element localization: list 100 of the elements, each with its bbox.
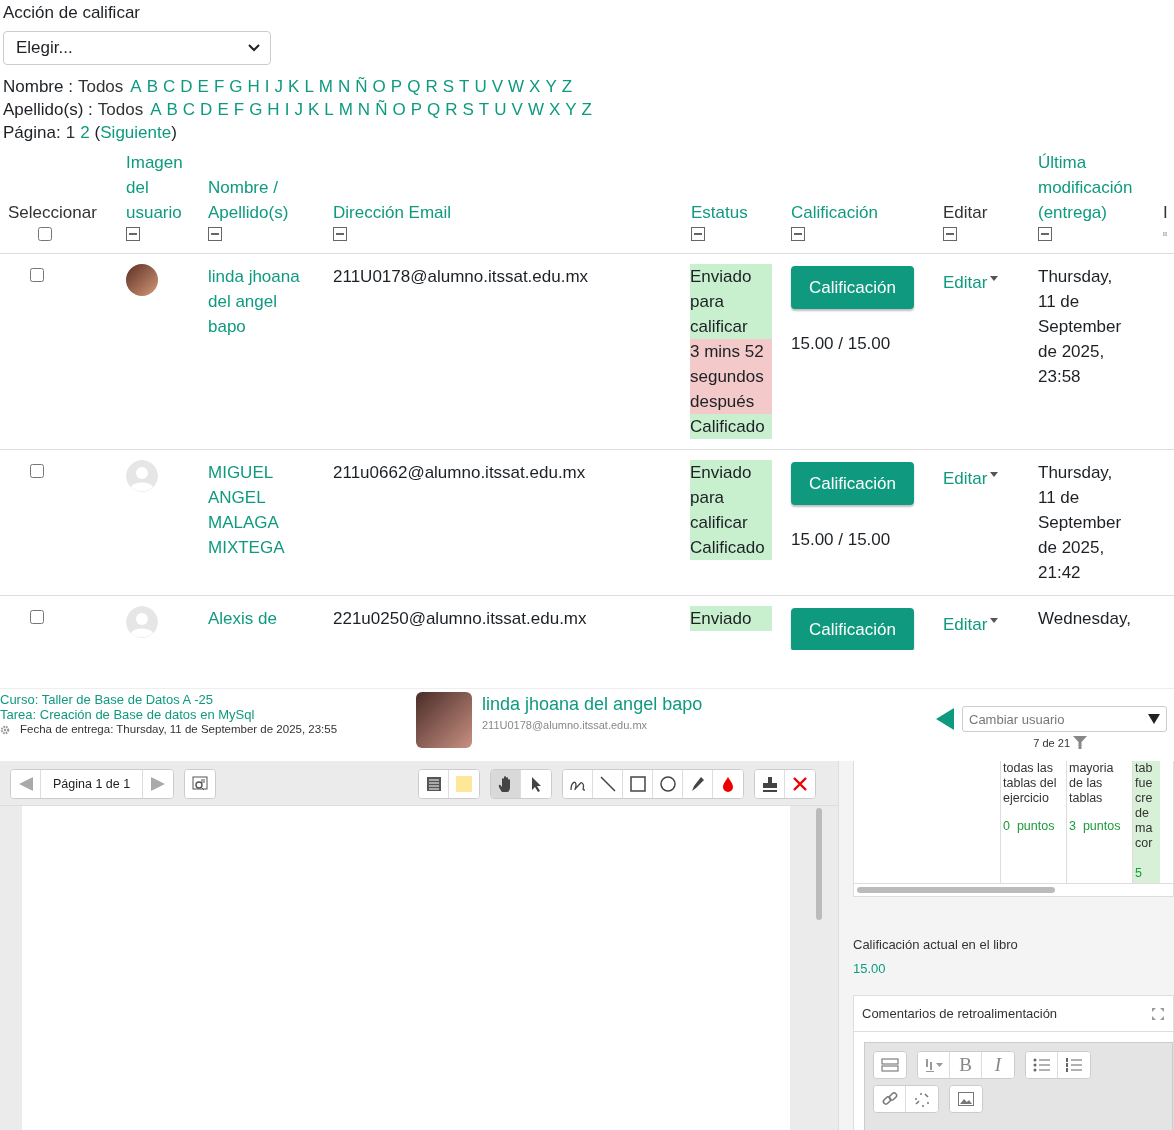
letter-link[interactable]: M (338, 98, 353, 121)
grade-button[interactable]: Calificación (791, 266, 914, 309)
letter-link[interactable]: X (548, 98, 561, 121)
comment-tool-button[interactable] (419, 770, 449, 798)
letter-link[interactable]: N (338, 75, 351, 98)
change-user-select[interactable]: Cambiar usuario (962, 706, 1167, 732)
letter-link[interactable]: L (304, 75, 314, 98)
row-checkbox[interactable] (30, 268, 44, 282)
assignment-link[interactable]: Tarea: Creación de Base de datos en MySql (0, 707, 416, 722)
edit-menu-link[interactable]: Editar (943, 466, 999, 491)
letter-link[interactable]: H (247, 75, 260, 98)
collapse-column-icon[interactable] (791, 227, 805, 241)
letter-link[interactable]: Z (581, 98, 592, 121)
letter-link[interactable]: A (130, 75, 142, 98)
user-name-link[interactable]: linda jhoana del angel bapo (482, 694, 703, 715)
letter-link[interactable]: J (294, 98, 303, 121)
collapse-column-icon[interactable] (208, 227, 222, 241)
letter-link[interactable]: O (372, 75, 386, 98)
letter-link[interactable]: L (324, 98, 334, 121)
letter-link[interactable]: V (491, 75, 504, 98)
collapse-column-icon[interactable] (126, 227, 140, 241)
letter-link[interactable]: P (410, 98, 422, 121)
column-sort-link[interactable]: Dirección Email (333, 200, 675, 225)
letter-link[interactable]: Q (427, 98, 441, 121)
edit-menu-link[interactable]: Editar (943, 270, 999, 295)
column-sort-link[interactable]: Imagen del usuario (126, 150, 192, 225)
collapse-column-icon[interactable] (1038, 227, 1052, 241)
collapse-column-icon[interactable] (943, 227, 957, 241)
letter-link[interactable]: B (146, 75, 158, 98)
letter-link[interactable]: B (166, 98, 178, 121)
course-link[interactable]: Curso: Taller de Base de Datos A -25 (0, 692, 416, 707)
letter-link[interactable]: C (163, 75, 176, 98)
letter-link[interactable]: F (233, 98, 245, 121)
pen-tool-button[interactable] (563, 770, 593, 798)
student-name-link[interactable]: linda jhoana del angel bapo (208, 264, 315, 339)
grade-button[interactable]: Calificación (791, 462, 914, 505)
link-button[interactable] (874, 1086, 906, 1112)
letter-link[interactable]: D (180, 75, 193, 98)
letter-link[interactable]: K (307, 98, 320, 121)
letter-link[interactable]: M (318, 75, 333, 98)
letter-link[interactable]: Y (565, 98, 577, 121)
filter-icon[interactable] (1073, 736, 1087, 749)
row-checkbox[interactable] (30, 610, 44, 624)
letter-link[interactable]: X (529, 75, 541, 98)
letter-link[interactable]: U (494, 98, 507, 121)
letter-link[interactable]: Q (407, 75, 421, 98)
letter-link[interactable]: Y (545, 75, 557, 98)
student-name-link[interactable]: Alexis de (208, 606, 315, 631)
letter-link[interactable]: V (511, 98, 523, 121)
stamp-tool-button[interactable] (755, 770, 785, 798)
row-checkbox[interactable] (30, 464, 44, 478)
rubric-level[interactable]: todas las tablas del ejercicio 0 puntos (1000, 761, 1066, 883)
letter-link[interactable]: S (462, 98, 474, 121)
letter-link[interactable]: U (474, 75, 487, 98)
scrollbar-thumb[interactable] (857, 887, 1055, 893)
edit-menu-link[interactable]: Editar (943, 612, 999, 637)
column-sort-link[interactable]: Calificación (791, 200, 927, 225)
image-button[interactable] (950, 1086, 982, 1112)
letter-link[interactable]: Ñ (375, 98, 388, 121)
grading-action-select[interactable]: Elegir... (3, 31, 271, 65)
letter-link[interactable]: I (284, 98, 290, 121)
expand-icon[interactable] (1151, 1006, 1165, 1021)
column-sort-link[interactable]: Estatus (691, 200, 775, 225)
letter-link[interactable]: S (442, 75, 454, 98)
collapse-column-icon[interactable] (333, 227, 347, 241)
letter-link[interactable]: Z (561, 75, 573, 98)
letter-link[interactable]: P (390, 75, 403, 98)
letter-link[interactable]: G (249, 98, 263, 121)
column-sort-link[interactable]: Nombre / Apellido(s) (208, 175, 317, 225)
letter-link[interactable]: D (200, 98, 213, 121)
page-link[interactable]: 2 (80, 121, 90, 144)
fontsize-button[interactable] (918, 1052, 950, 1078)
scrollbar-thumb[interactable] (816, 808, 822, 920)
letter-link[interactable]: H (267, 98, 280, 121)
student-name-link[interactable]: MIGUEL ANGEL MALAGA MIXTEGA (208, 460, 315, 560)
previous-page-button[interactable] (11, 770, 41, 798)
collapse-column-icon[interactable] (691, 227, 705, 241)
letter-link[interactable]: N (357, 98, 371, 121)
letter-link[interactable]: I (264, 75, 270, 98)
letter-link[interactable]: R (445, 98, 458, 121)
previous-user-icon[interactable] (936, 708, 954, 730)
rubric-level[interactable]: tab fue cre de ma cor 5 (1132, 761, 1160, 883)
letter-link[interactable]: K (288, 75, 300, 98)
letter-link[interactable]: O (392, 98, 406, 121)
select-all-checkbox[interactable] (38, 227, 52, 241)
letter-link[interactable]: W (508, 75, 525, 98)
letter-link[interactable]: R (425, 75, 438, 98)
letter-link[interactable]: F (213, 75, 225, 98)
letter-link[interactable]: G (229, 75, 243, 98)
letter-link[interactable]: W (527, 98, 544, 121)
search-comments-button[interactable] (185, 770, 216, 798)
letter-link[interactable]: Ñ (355, 75, 368, 98)
letter-link[interactable]: E (197, 75, 209, 98)
letter-link[interactable]: T (478, 98, 490, 121)
hand-tool-button[interactable] (491, 770, 521, 798)
letter-link[interactable]: E (217, 98, 229, 121)
letter-link[interactable]: J (274, 75, 284, 98)
grade-button[interactable]: Calificación (791, 608, 914, 650)
column-sort-link[interactable]: Última modificación (entrega) (1038, 150, 1147, 225)
letter-link[interactable]: T (459, 75, 470, 98)
